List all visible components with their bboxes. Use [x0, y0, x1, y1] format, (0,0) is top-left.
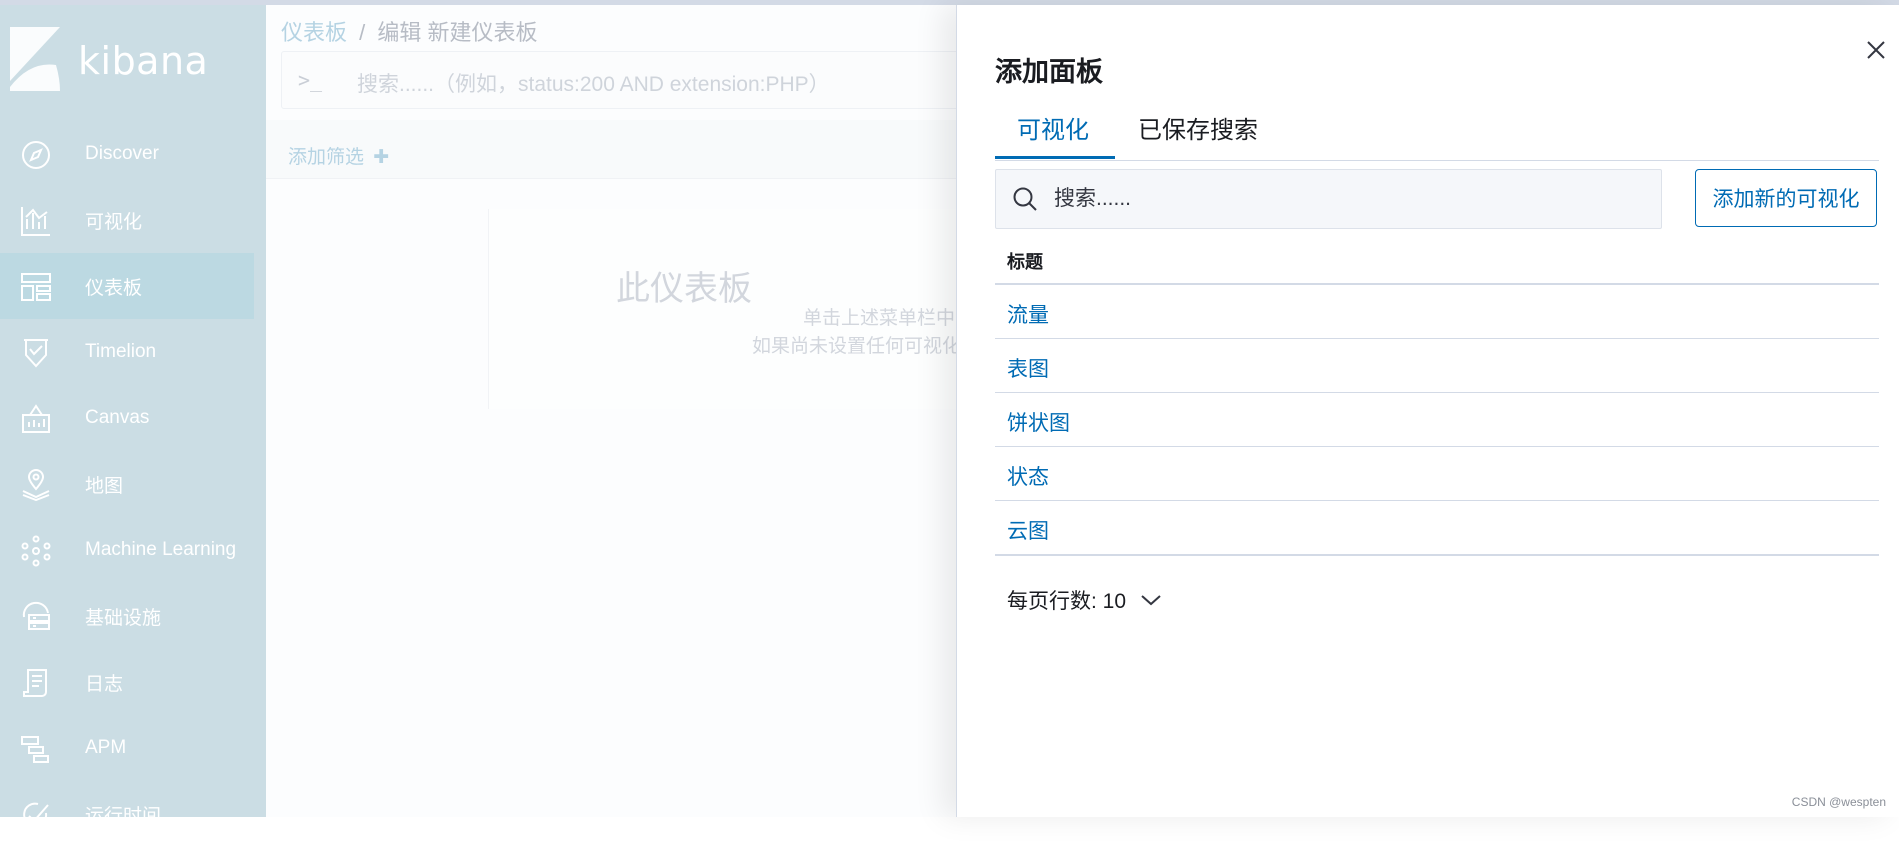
query-prompt-icon: >_: [298, 68, 323, 92]
add-filter-link[interactable]: 添加筛选 ✚: [288, 142, 389, 169]
sidebar: kibana Discover 可视化 仪表板 Timelion Canvas …: [0, 5, 266, 827]
add-new-visualization-button[interactable]: 添加新的可视化: [1695, 169, 1877, 227]
sidebar-item-label: 仪表板: [85, 277, 143, 299]
chevron-down-icon: [1141, 595, 1161, 606]
rows-per-page-selector[interactable]: 每页行数: 10: [1007, 585, 1162, 615]
rows-per-page-label: 每页行数: 10: [1007, 590, 1127, 613]
add-filter-label: 添加筛选: [288, 147, 365, 168]
visualize-icon: [21, 207, 50, 236]
visualization-link[interactable]: 流量: [1007, 299, 1049, 329]
column-header-title[interactable]: 标题: [1007, 248, 1043, 274]
compass-icon: [22, 141, 50, 169]
canvas-icon: [22, 404, 50, 433]
visualization-table: 标题 流量 表图 饼状图 状态 云图: [995, 238, 1879, 556]
visualization-link[interactable]: 饼状图: [1007, 407, 1070, 437]
sidebar-item-dashboard[interactable]: 仪表板: [0, 253, 254, 319]
breadcrumb-separator: /: [359, 20, 366, 45]
visualization-link[interactable]: 状态: [1007, 461, 1049, 491]
kibana-logo-icon: [10, 27, 60, 91]
sidebar-item-logs[interactable]: 日志: [0, 649, 266, 715]
sidebar-item-discover[interactable]: Discover: [0, 121, 266, 187]
search-icon: [1013, 187, 1037, 211]
brand[interactable]: kibana: [10, 27, 260, 97]
sidebar-item-canvas[interactable]: Canvas: [0, 385, 266, 451]
tab-visualizations[interactable]: 可视化: [1017, 110, 1089, 145]
breadcrumb: 仪表板 / 编辑 新建仪表板: [281, 15, 538, 47]
query-bar[interactable]: >_ 搜索......（例如，status:200 AND extension:…: [281, 51, 958, 109]
sidebar-item-label: Machine Learning: [85, 539, 237, 560]
empty-state-title: 此仪表板: [616, 270, 752, 308]
sidebar-item-maps[interactable]: 地图: [0, 451, 266, 517]
brand-name: kibana: [78, 39, 209, 83]
sidebar-item-label: Discover: [85, 143, 159, 164]
map-icon: [22, 469, 50, 501]
visualization-link[interactable]: 云图: [1007, 515, 1049, 545]
filter-bar: 添加筛选 ✚: [266, 120, 958, 179]
flyout-tabs: 可视化 已保存搜索: [995, 102, 1879, 161]
table-row: 状态: [995, 447, 1879, 501]
breadcrumb-current: 编辑 新建仪表板: [377, 20, 538, 45]
search-input[interactable]: [1052, 180, 1646, 218]
sidebar-item-visualize[interactable]: 可视化: [0, 187, 266, 253]
empty-state-text-line2: 如果尚未设置任何可视化: [752, 336, 958, 357]
tab-saved-searches[interactable]: 已保存搜索: [1138, 110, 1258, 145]
visualization-link[interactable]: 表图: [1007, 353, 1049, 383]
flyout-title: 添加面板: [995, 57, 1103, 87]
table-header: 标题: [995, 238, 1879, 285]
table-row: 流量: [995, 285, 1879, 339]
sidebar-item-label: 日志: [85, 673, 124, 695]
sidebar-item-uptime[interactable]: 运行时间: [0, 781, 266, 847]
plus-icon: ✚: [373, 147, 390, 168]
sidebar-nav: Discover 可视化 仪表板 Timelion Canvas 地图 Mach…: [0, 121, 266, 847]
table-row: 云图: [995, 501, 1879, 556]
sidebar-item-label: Timelion: [85, 341, 157, 362]
sidebar-item-label: Canvas: [85, 407, 150, 428]
search-box[interactable]: [995, 169, 1662, 229]
dashboard-icon: [21, 273, 51, 301]
close-icon[interactable]: [1863, 37, 1889, 63]
add-panel-flyout: 添加面板 可视化 已保存搜索 添加新的可视化 标题 流量 表图 饼状图 状态 云…: [956, 5, 1899, 817]
breadcrumb-link-dashboard[interactable]: 仪表板: [281, 20, 347, 45]
logs-icon: [23, 669, 47, 697]
sidebar-item-label: 可视化: [85, 211, 143, 233]
sidebar-item-machine-learning[interactable]: Machine Learning: [0, 517, 266, 583]
sidebar-item-label: APM: [85, 737, 127, 758]
dashboard-editor: 仪表板 / 编辑 新建仪表板 >_ 搜索......（例如，status:200…: [266, 5, 958, 817]
table-row: 饼状图: [995, 393, 1879, 447]
sidebar-item-label: 运行时间: [85, 805, 162, 827]
watermark: CSDN @wespten: [1791, 795, 1886, 809]
sidebar-item-label: 地图: [85, 475, 124, 497]
table-row: 表图: [995, 339, 1879, 393]
infrastructure-icon: [22, 601, 50, 630]
uptime-icon: [23, 802, 49, 827]
sidebar-item-apm[interactable]: APM: [0, 715, 266, 781]
sidebar-item-label: 基础设施: [85, 607, 162, 629]
sidebar-item-infrastructure[interactable]: 基础设施: [0, 583, 266, 649]
sidebar-item-timelion[interactable]: Timelion: [0, 319, 266, 385]
apm-icon: [21, 736, 49, 763]
machine-learning-icon: [21, 535, 51, 567]
timelion-icon: [24, 339, 48, 368]
empty-state-text-line1: 单击上述菜单栏中: [803, 308, 956, 329]
query-placeholder: 搜索......（例如，status:200 AND extension:PHP…: [357, 73, 830, 96]
active-tab-indicator: [995, 156, 1115, 159]
